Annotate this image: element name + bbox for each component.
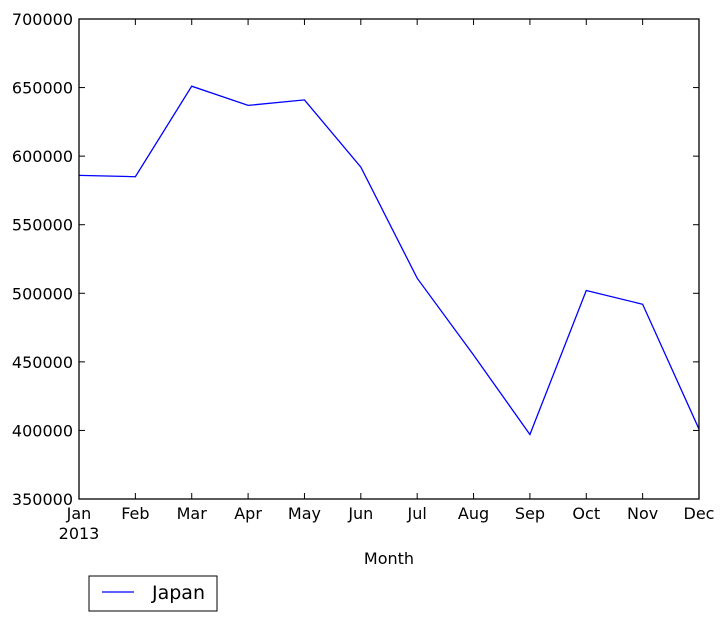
x-tick-label: May [288,504,321,523]
plot-frame [78,18,700,500]
x-tick-label: Feb [121,504,149,523]
x-tick-labels: Jan Feb Mar Apr May Jun Jul Aug Sep Oct Nov Dec [66,504,715,523]
x-tick-label: Aug [458,504,489,523]
y-tick-label: 700000 [12,10,73,29]
ticks-layer [78,18,700,500]
x-tick-label: Jun [347,504,373,523]
x-tick-label: Nov [627,504,658,523]
x-tick-label: Oct [572,504,600,523]
x-tick-label: Sep [515,504,545,523]
y-tick-label: 400000 [12,421,73,440]
x-tick-label: Jan [66,504,92,523]
x-tick-label: Jul [407,504,427,523]
line-chart: 350000 400000 450000 500000 550000 600000 6500… [12,10,715,612]
x-tick-label: Apr [234,504,262,523]
y-tick-labels: 350000 400000 450000 500000 550000 600000 6500… [12,10,73,509]
legend: Japan [88,575,218,612]
x-tick-label: Dec [684,504,715,523]
y-tick-label: 550000 [12,216,73,235]
y-tick-label: 450000 [12,353,73,372]
x-year-label: 2013 [59,524,100,543]
series-layer [78,85,700,436]
legend-label-japan: Japan [151,582,205,604]
x-tick-label: Mar [177,504,208,523]
y-tick-label: 350000 [12,490,73,509]
y-tick-label: 600000 [12,147,73,166]
series-line-japan [78,85,700,436]
y-tick-label: 500000 [12,284,73,303]
x-axis-label: Month [364,549,414,568]
y-tick-label: 650000 [12,79,73,98]
